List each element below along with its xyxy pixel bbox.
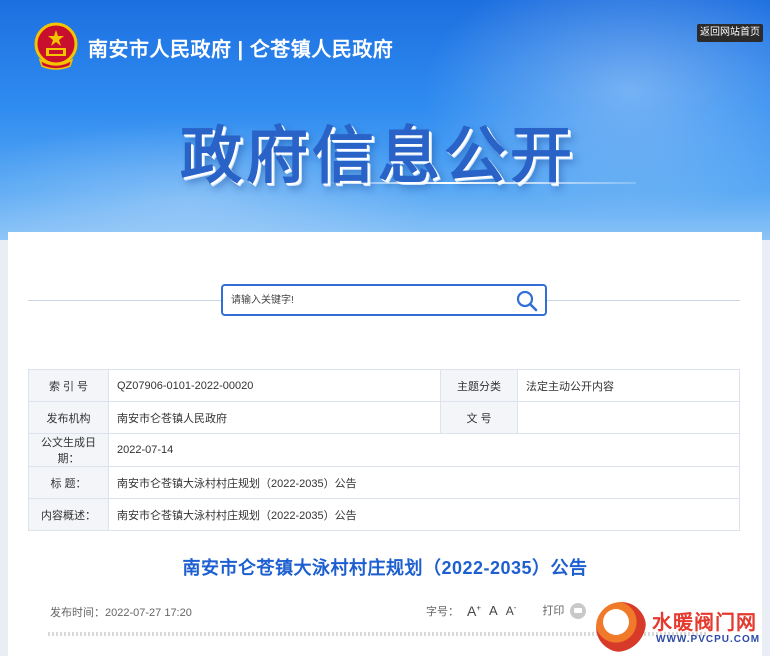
topic-value: 法定主动公开内容 [517,369,740,402]
font-large-button[interactable]: A+ [467,603,481,619]
watermark-logo-icon [596,602,646,652]
watermark-url: WWW.PVCPU.COM [656,634,761,645]
font-medium-glyph: A [489,603,498,619]
summary-label: 内容概述： [28,498,109,531]
topic-label: 主题分类 [440,369,518,402]
summary-value: 南安市仑苍镇大泳村村庄规划（2022-2035）公告 [108,498,740,531]
search-divider-right [547,300,740,301]
search-input[interactable] [231,286,501,314]
back-home-link[interactable]: 返回网站首页 [697,24,763,42]
font-large-glyph: A [467,602,477,619]
table-row: 公文生成日期： 2022-07-14 [28,433,740,467]
docno-label: 文 号 [440,401,518,434]
index-value: QZ07906-0101-2022-00020 [108,369,441,402]
index-label: 索 引 号 [28,369,109,402]
metadata-table: 索 引 号 QZ07906-0101-2022-00020 主题分类 法定主动公… [28,369,740,531]
table-row: 内容概述： 南安市仑苍镇大泳村村庄规划（2022-2035）公告 [28,498,740,531]
publisher-label: 发布机构 [28,401,109,434]
table-row: 索 引 号 QZ07906-0101-2022-00020 主题分类 法定主动公… [28,369,740,402]
banner-divider [320,182,636,184]
site-name[interactable]: 南安市人民政府 | 仑苍镇人民政府 [88,33,393,62]
font-medium-button[interactable]: A [489,603,498,618]
font-small-glyph: A [505,604,514,619]
watermark: 水暖阀门网 WWW.PVCPU.COM [596,602,770,656]
content-panel: 索 引 号 QZ07906-0101-2022-00020 主题分类 法定主动公… [8,232,762,656]
printer-icon [570,603,587,620]
publish-time: 发布时间：2022-07-27 17:20 [50,607,192,619]
header-banner: 南安市人民政府 | 仑苍镇人民政府 返回网站首页 政府信息公开 [0,0,770,240]
article-tools: 字号： A+ A A- 打印 [426,602,587,620]
search-icon[interactable] [515,289,539,313]
print-label: 打印 [542,605,565,617]
date-label: 公文生成日期： [28,433,109,467]
title-value: 南安市仑苍镇大泳村村庄规划（2022-2035）公告 [108,466,740,499]
print-button[interactable]: 打印 [542,602,587,620]
watermark-text: 水暖阀门网 [652,612,757,634]
article-title: 南安市仑苍镇大泳村村庄规划（2022-2035）公告 [182,558,588,578]
publisher-value: 南安市仑苍镇人民政府 [108,401,441,434]
title-label: 标 题： [28,466,109,499]
font-size-label: 字号： [426,605,459,618]
font-small-button[interactable]: A- [506,603,517,618]
date-value: 2022-07-14 [108,433,740,467]
search-divider-left [28,300,221,301]
table-row: 标 题： 南安市仑苍镇大泳村村庄规划（2022-2035）公告 [28,466,740,499]
search-box [221,284,547,316]
table-row: 发布机构 南安市仑苍镇人民政府 文 号 [28,401,740,434]
docno-value [517,401,740,434]
national-emblem-icon [34,22,78,70]
